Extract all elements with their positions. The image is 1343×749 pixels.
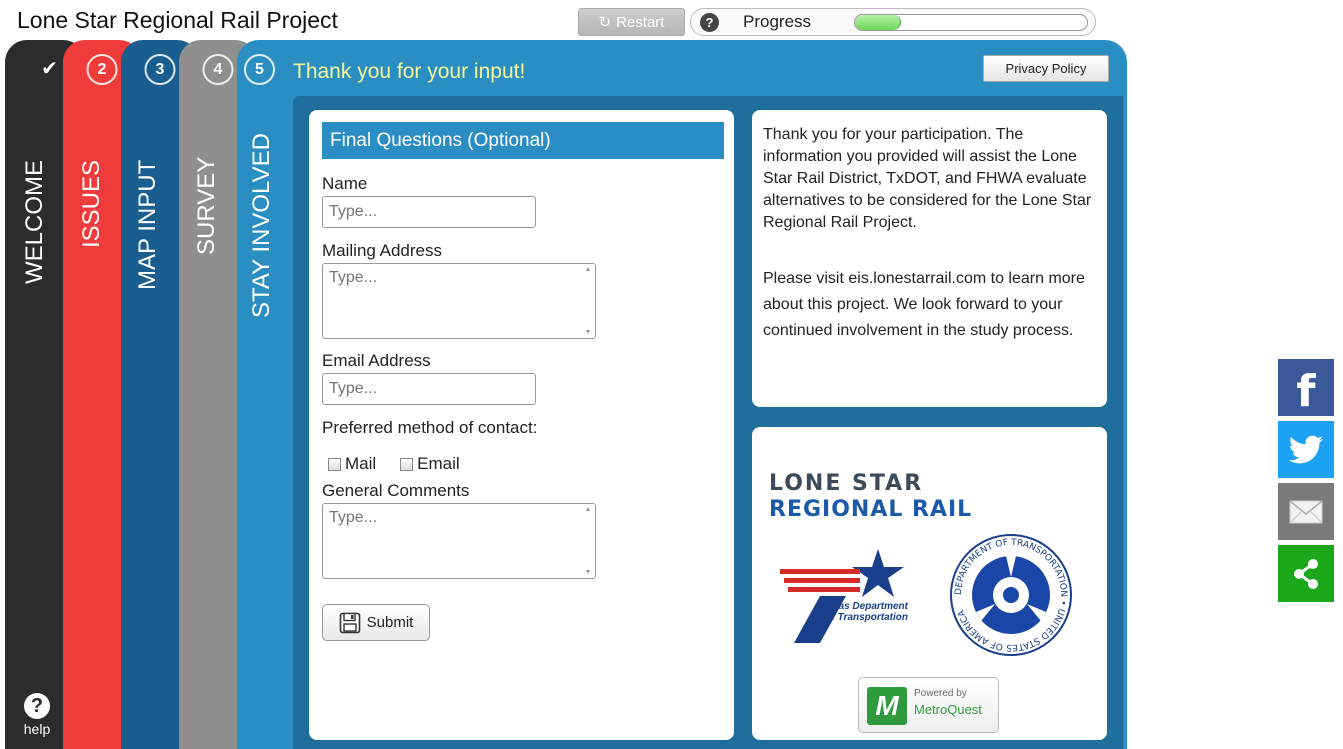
progress-fill — [855, 15, 902, 30]
general-comments-label: General Comments — [322, 481, 470, 500]
refresh-icon: ↻ — [598, 14, 612, 31]
panel-body: Final Questions (Optional) Name Mailing … — [293, 96, 1123, 749]
email-field[interactable] — [322, 373, 536, 405]
save-icon — [339, 612, 360, 633]
checkmark-icon: ✔ — [41, 58, 58, 80]
submit-label: Submit — [366, 614, 414, 631]
tab-survey-number: 4 — [202, 54, 234, 85]
help-button[interactable]: ? help — [19, 693, 55, 737]
name-label: Name — [322, 174, 368, 193]
share-icon — [1294, 558, 1318, 589]
contact-method-label: Preferred method of contact: — [322, 418, 538, 437]
mail-option-label: Mail — [345, 454, 377, 473]
mailing-address-wrapper: ▲▼ — [322, 263, 596, 339]
name-input[interactable] — [322, 196, 536, 228]
app-title: Lone Star Regional Rail Project — [17, 7, 338, 33]
tab-map-input-label: MAP INPUT — [134, 159, 161, 290]
tab-issues-label: ISSUES — [78, 159, 105, 248]
twitter-share-button[interactable] — [1278, 421, 1334, 478]
tab-issues-number: 2 — [86, 54, 118, 85]
thank-you-info: Thank you for your participation. The in… — [752, 110, 1107, 407]
twitter-icon — [1288, 435, 1323, 463]
help-label: help — [23, 721, 51, 737]
form-title: Final Questions (Optional) — [322, 122, 724, 159]
general-comments-wrapper: ▲▼ — [322, 503, 596, 579]
final-questions-form: Final Questions (Optional) Name Mailing … — [309, 110, 734, 740]
progress-indicator: ? Progress — [690, 8, 1096, 36]
metroquest-name: MetroQuest — [914, 702, 982, 717]
help-icon: ? — [24, 693, 50, 719]
progress-bar — [854, 14, 1088, 31]
general-comments-field[interactable] — [322, 503, 596, 579]
email-share-button[interactable] — [1278, 483, 1334, 540]
restart-label: Restart — [616, 13, 665, 31]
submit-button[interactable]: Submit — [322, 604, 430, 641]
tab-stay-involved-number: 5 — [244, 54, 275, 85]
scrollbar[interactable]: ▲ ▼ — [583, 506, 593, 576]
share-button[interactable] — [1278, 545, 1334, 602]
tab-survey-label: SURVEY — [193, 156, 220, 255]
question-icon[interactable]: ? — [700, 13, 719, 32]
panel-heading: Thank you for your input! — [293, 60, 526, 83]
scrollbar[interactable]: ▲ ▼ — [583, 266, 593, 336]
tab-map-input-number: 3 — [144, 54, 176, 85]
txdot-wordmark: Texas Department of Transportation — [821, 601, 908, 623]
privacy-policy-button[interactable]: Privacy Policy — [983, 55, 1109, 82]
metroquest-link[interactable]: M Powered by MetroQuest — [858, 677, 999, 733]
email-icon — [1289, 499, 1323, 523]
facebook-icon: f — [1296, 366, 1316, 417]
restart-button[interactable]: ↻ Restart — [578, 8, 685, 36]
facebook-share-button[interactable]: f — [1278, 359, 1334, 417]
powered-by-label: Powered by — [914, 688, 967, 699]
usdot-seal: DEPARTMENT OF TRANSPORTATION • UNITED ST… — [950, 534, 1072, 656]
tab-welcome-label: WELCOME — [21, 159, 48, 284]
email-checkbox[interactable] — [400, 457, 414, 471]
contact-method-options: Mail Email — [328, 454, 460, 474]
lone-star-regional-rail-logo-line2: REGIONAL RAIL — [769, 497, 973, 522]
txdot-logo — [780, 549, 904, 643]
progress-label: Progress — [743, 12, 812, 31]
lone-star-regional-rail-logo: LONE STAR — [769, 471, 924, 496]
sponsor-logos: LONE STAR REGIONAL RAIL Texas Department… — [752, 427, 1107, 740]
tab-stay-involved-label: STAY INVOLVED — [248, 133, 275, 318]
email-option-label: Email — [417, 454, 460, 473]
info-paragraph-1: Thank you for your participation. The in… — [763, 126, 1092, 231]
metroquest-logo-icon: M — [867, 687, 907, 725]
info-paragraph-2: Please visit eis.lonestarrail.com to lea… — [763, 270, 1085, 339]
mail-checkbox[interactable] — [328, 457, 341, 471]
email-address-label: Email Address — [322, 351, 431, 370]
mailing-address-field[interactable] — [322, 263, 596, 339]
mailing-address-label: Mailing Address — [322, 241, 443, 260]
